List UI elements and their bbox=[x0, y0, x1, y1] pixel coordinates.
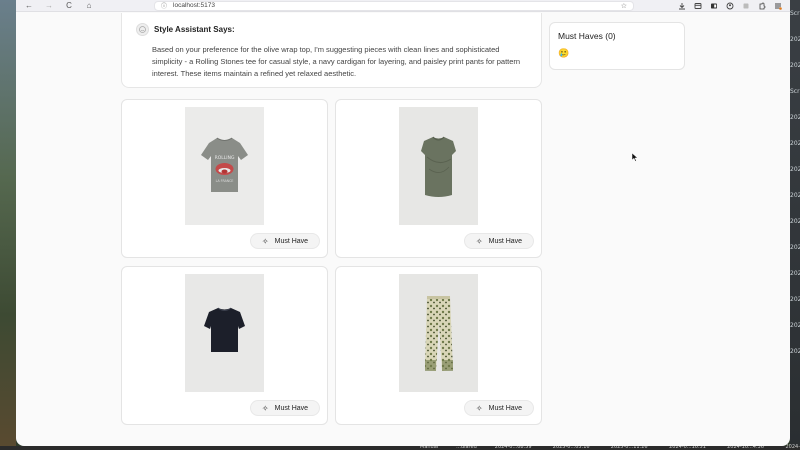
library-icon[interactable] bbox=[694, 2, 702, 10]
back-button[interactable]: ← bbox=[24, 0, 34, 12]
desktop-file-label[interactable]: 202 bbox=[790, 166, 800, 173]
desktop-wallpaper-left bbox=[0, 0, 16, 450]
product-card: ROLLING LA FRANCE ✧ Must Have bbox=[121, 99, 328, 258]
forward-button[interactable]: → bbox=[44, 0, 54, 12]
assistant-title: Style Assistant Says: bbox=[154, 25, 235, 34]
must-haves-title: Must Haves (0) bbox=[558, 31, 616, 41]
page-content: Style Assistant Says: Based on your pref… bbox=[16, 13, 790, 446]
desktop-file-label[interactable]: 202 bbox=[790, 192, 800, 199]
svg-text:ROLLING: ROLLING bbox=[215, 155, 235, 161]
site-info-icon[interactable]: ⓘ bbox=[161, 1, 167, 10]
sparkle-icon: ✧ bbox=[475, 403, 483, 413]
desktop-file-label[interactable]: 202 bbox=[790, 36, 800, 43]
must-haves-empty-emoji: 🥲 bbox=[558, 48, 570, 58]
must-have-label: Must Have bbox=[488, 404, 523, 412]
desktop-file-label[interactable]: Scr bbox=[790, 10, 800, 17]
must-haves-panel: Must Haves (0) 🥲 bbox=[549, 22, 685, 70]
must-have-label: Must Have bbox=[274, 404, 309, 412]
desktop-file-label[interactable]: 202 bbox=[790, 218, 800, 225]
bookmark-star-icon[interactable]: ☆ bbox=[621, 2, 627, 10]
account-icon[interactable] bbox=[726, 2, 734, 10]
must-have-button[interactable]: ✧ Must Have bbox=[464, 400, 534, 416]
svg-text:LA FRANCE: LA FRANCE bbox=[216, 179, 234, 183]
desktop-file-label[interactable]: 202 bbox=[790, 244, 800, 251]
desktop-file-label[interactable]: 202 bbox=[790, 114, 800, 121]
must-have-button[interactable]: ✧ Must Have bbox=[464, 233, 534, 249]
product-image-navy-tee[interactable] bbox=[185, 274, 264, 392]
must-have-button[interactable]: ✧ Must Have bbox=[250, 400, 320, 416]
product-grid: ROLLING LA FRANCE ✧ Must Have ✧ Must Hav… bbox=[121, 99, 543, 425]
product-card: ✧ Must Have bbox=[335, 266, 542, 425]
must-have-label: Must Have bbox=[274, 237, 309, 245]
desktop-file-label[interactable]: 202 bbox=[790, 348, 800, 355]
product-image-graphic-tee[interactable]: ROLLING LA FRANCE bbox=[185, 107, 264, 225]
browser-window: ← → C ⌂ ⓘ localhost:5173 ☆ Style Assista… bbox=[16, 0, 790, 446]
sparkle-icon: ✧ bbox=[261, 236, 269, 246]
product-card: ✧ Must Have bbox=[121, 266, 328, 425]
sidebar-icon[interactable] bbox=[710, 2, 718, 10]
browser-toolbar: ← → C ⌂ ⓘ localhost:5173 ☆ bbox=[16, 0, 790, 12]
product-image-olive-top[interactable] bbox=[399, 107, 478, 225]
desktop-file-label[interactable]: 202 bbox=[790, 62, 800, 69]
desktop-file-label[interactable]: 202 bbox=[790, 296, 800, 303]
assistant-header: Style Assistant Says: bbox=[136, 23, 527, 36]
extensions-icon[interactable] bbox=[742, 2, 750, 10]
puzzle-icon[interactable] bbox=[758, 2, 766, 10]
desktop-file-label[interactable]: 202 bbox=[790, 140, 800, 147]
assistant-message-card: Style Assistant Says: Based on your pref… bbox=[121, 13, 542, 88]
product-card: ✧ Must Have bbox=[335, 99, 542, 258]
mouse-cursor-icon bbox=[632, 153, 638, 162]
assistant-avatar-icon bbox=[136, 23, 149, 36]
reload-button[interactable]: C bbox=[64, 0, 74, 12]
desktop-file-label[interactable]: Scr bbox=[790, 88, 800, 95]
must-have-label: Must Have bbox=[488, 237, 523, 245]
download-icon[interactable] bbox=[678, 2, 686, 10]
product-image-paisley-pants[interactable] bbox=[399, 274, 478, 392]
desktop-file-label[interactable]: 202 bbox=[790, 270, 800, 277]
home-button[interactable]: ⌂ bbox=[84, 0, 94, 12]
must-have-button[interactable]: ✧ Must Have bbox=[250, 233, 320, 249]
assistant-message-text: Based on your preference for the olive w… bbox=[152, 45, 521, 78]
url-text[interactable]: localhost:5173 bbox=[173, 2, 615, 9]
sparkle-icon: ✧ bbox=[475, 236, 483, 246]
toolbar-actions bbox=[678, 2, 782, 10]
address-bar[interactable]: ⓘ localhost:5173 ☆ bbox=[154, 0, 634, 11]
desktop-file-label[interactable]: 202 bbox=[790, 322, 800, 329]
menu-icon[interactable] bbox=[774, 2, 782, 10]
sparkle-icon: ✧ bbox=[261, 403, 269, 413]
